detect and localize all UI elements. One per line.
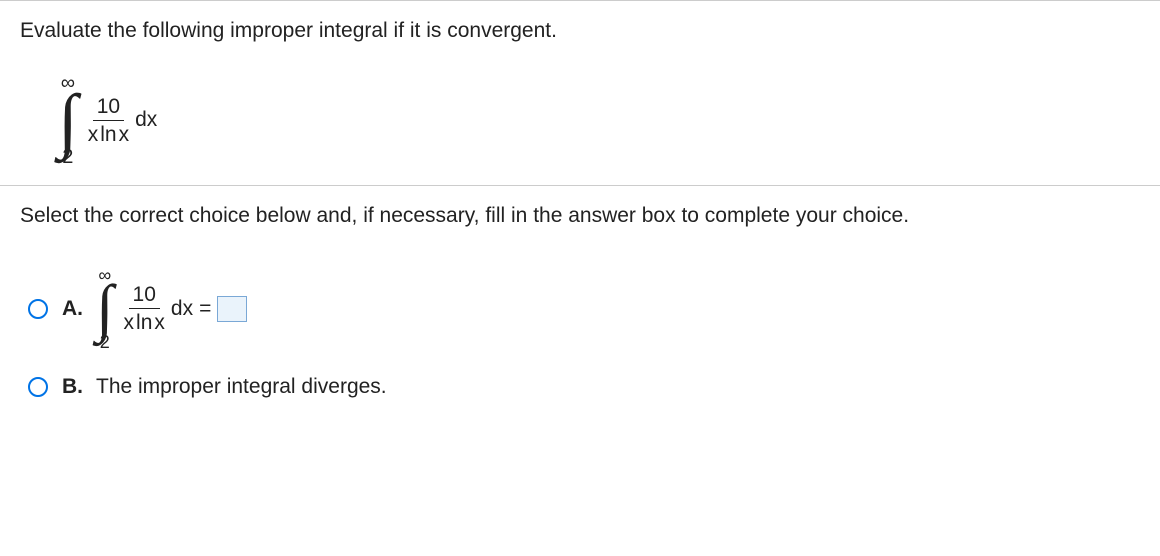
choice-a-fraction: 10 xlnx: [120, 283, 169, 334]
integral-lower-bound: 2: [62, 147, 73, 167]
choice-a-integral-sign-block: ∞ ∫ 2: [96, 266, 114, 351]
integral-display: ∞ ∫ 2 10 xlnx dx: [0, 61, 1160, 185]
choice-a-equals: =: [199, 297, 211, 321]
integral-symbol: ∫: [58, 95, 78, 145]
choice-b-text: The improper integral diverges.: [96, 375, 387, 399]
choice-a-numerator: 10: [129, 283, 160, 309]
choices-block: A. ∞ ∫ 2 10 xlnx dx =: [0, 246, 1160, 433]
choice-a-denominator: xlnx: [120, 309, 169, 334]
choice-b: B. The improper integral diverges.: [28, 375, 1140, 399]
choice-a: A. ∞ ∫ 2 10 xlnx dx =: [28, 266, 1140, 351]
prompt-text: Evaluate the following improper integral…: [20, 19, 557, 42]
choice-b-letter: B.: [62, 375, 86, 399]
choice-a-integral-symbol: ∫: [96, 286, 114, 331]
choice-a-content: ∞ ∫ 2 10 xlnx dx =: [96, 266, 247, 351]
choice-a-lower-bound: 2: [100, 333, 110, 351]
fraction-numerator: 10: [93, 95, 124, 121]
dx-label: dx: [135, 108, 157, 132]
radio-choice-a[interactable]: [28, 299, 48, 319]
answer-input[interactable]: [217, 296, 247, 322]
integral-sign-block: ∞ ∫ 2: [58, 73, 78, 167]
choice-a-letter: A.: [62, 297, 86, 321]
question-prompt: Evaluate the following improper integral…: [0, 1, 1160, 61]
instruction-text: Select the correct choice below and, if …: [0, 186, 1160, 246]
fraction-denominator: xlnx: [84, 121, 133, 146]
integrand-fraction: 10 xlnx: [84, 95, 133, 146]
radio-choice-b[interactable]: [28, 377, 48, 397]
choice-a-dx: dx: [171, 297, 193, 321]
